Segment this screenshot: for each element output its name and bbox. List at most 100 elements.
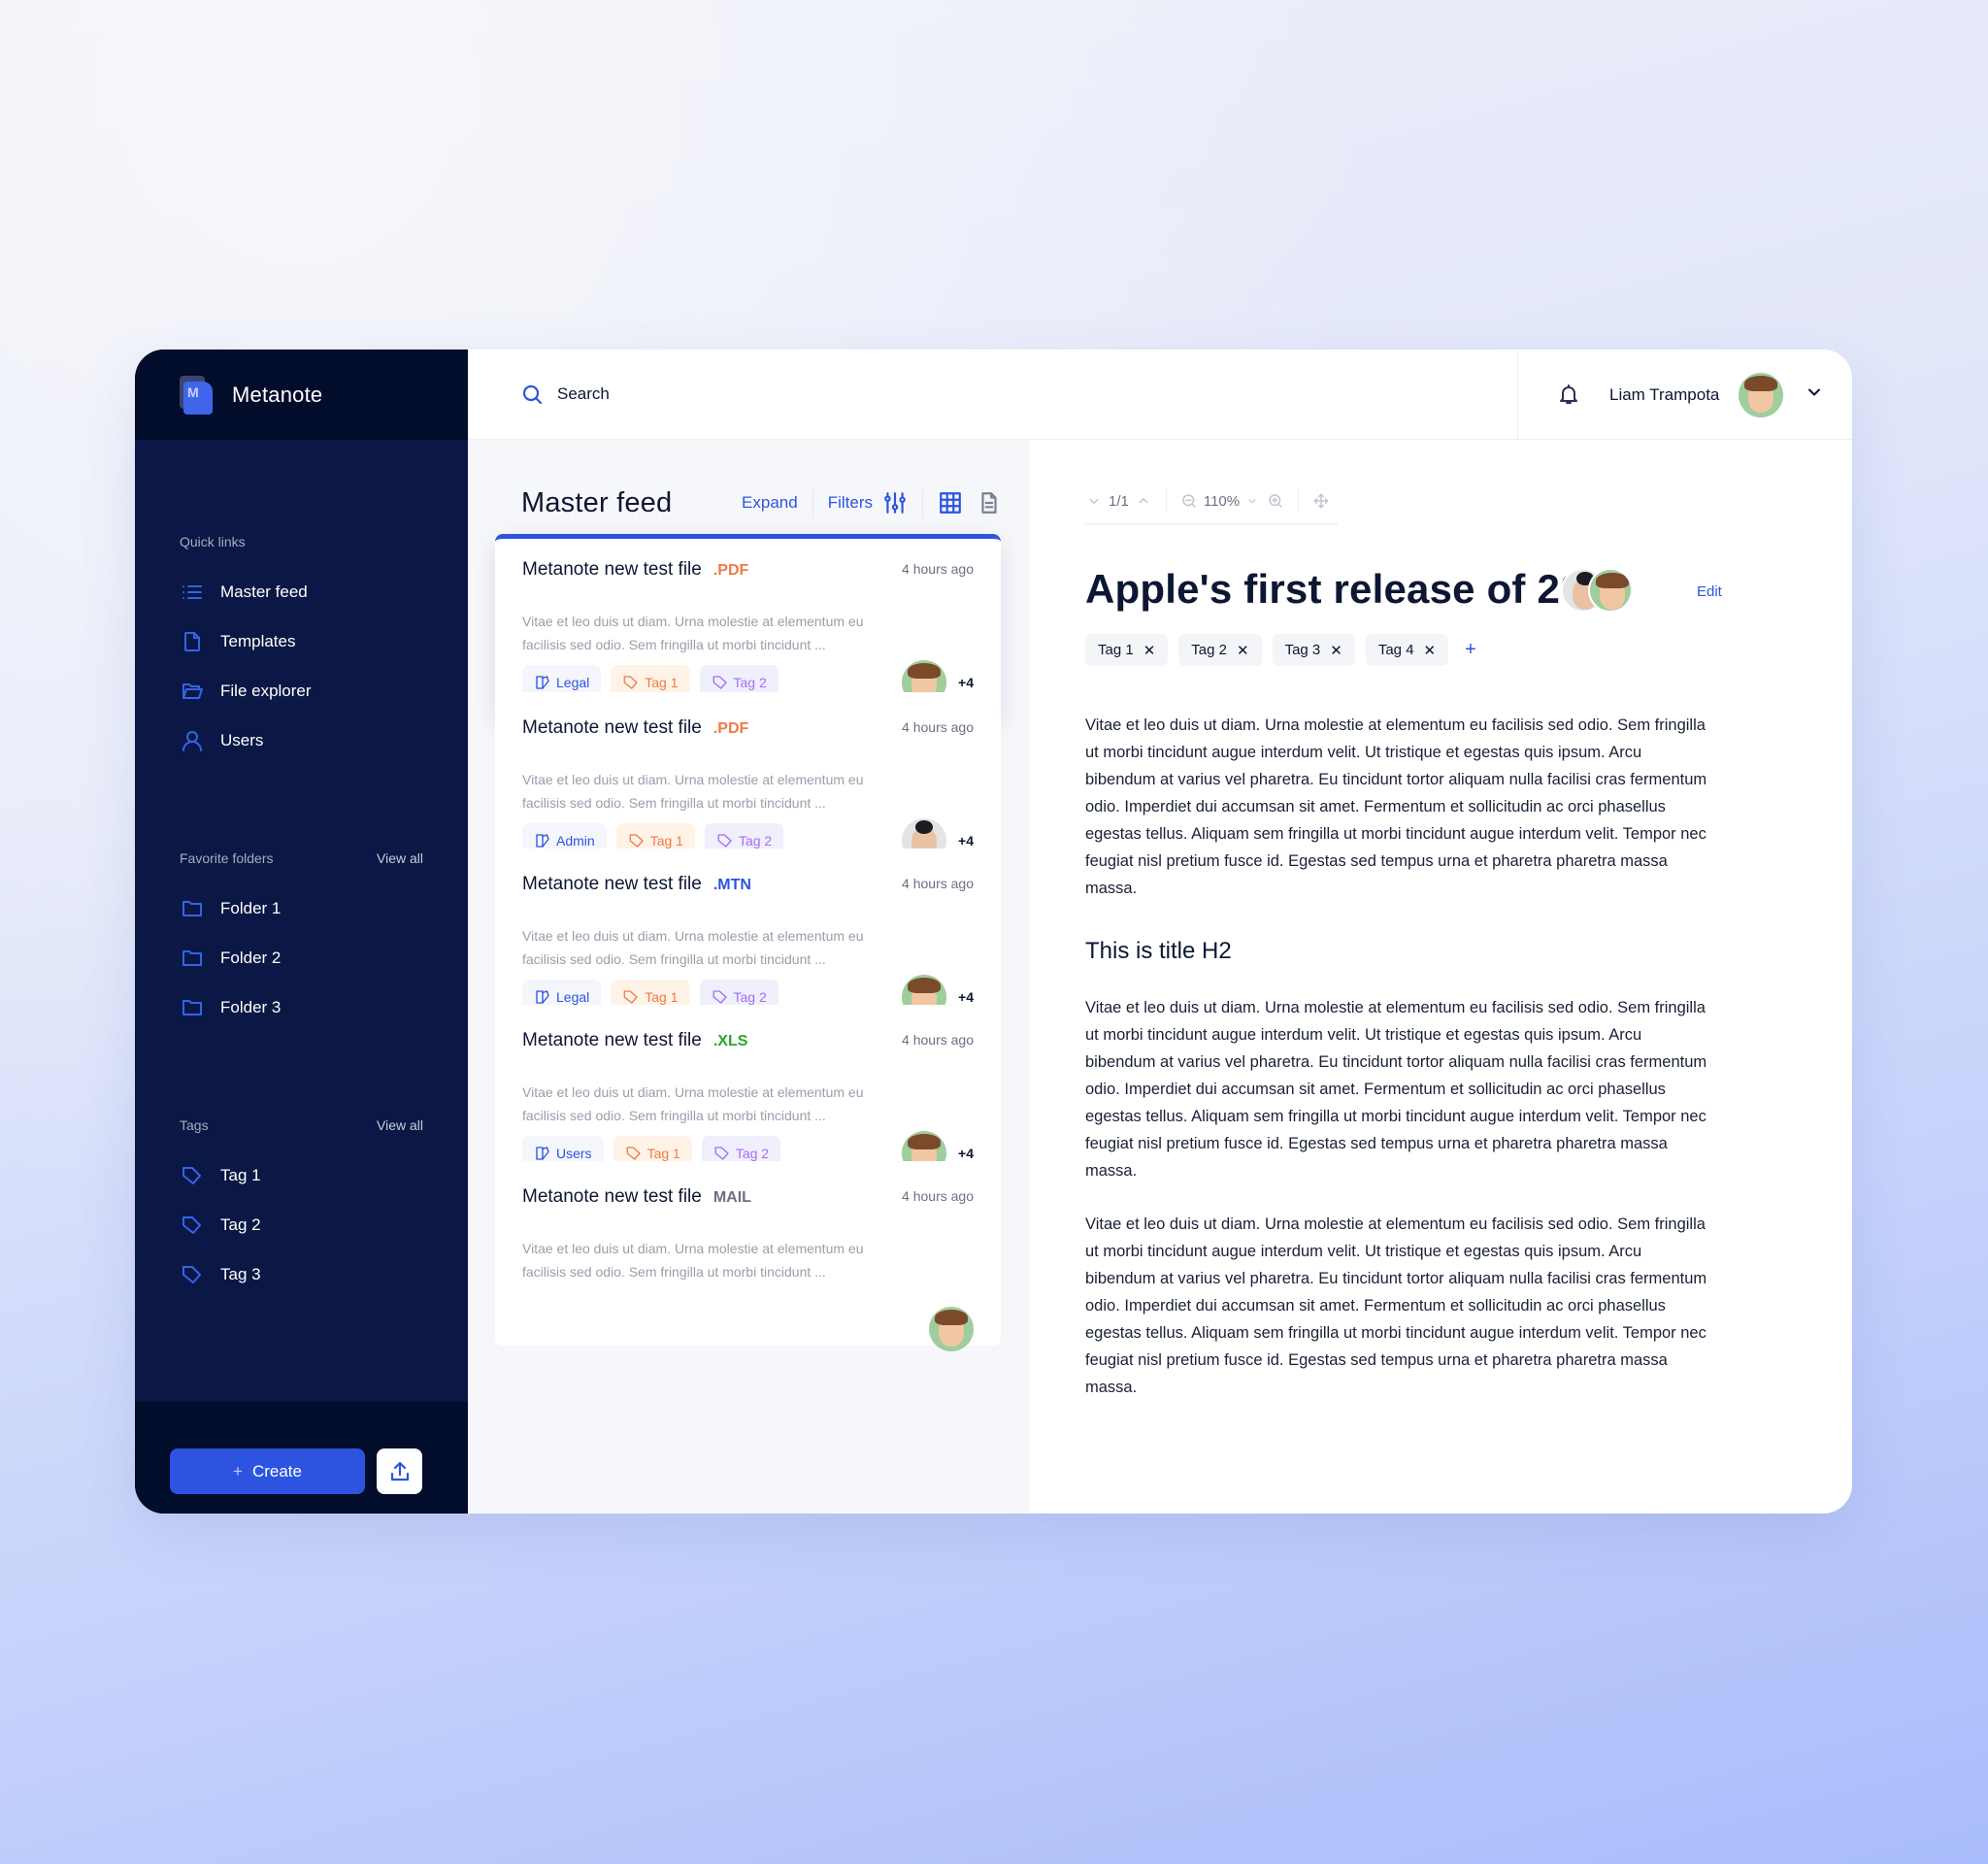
divider xyxy=(1165,488,1167,514)
folder-label: Folder 3 xyxy=(220,997,282,1016)
sidebar-tag-2[interactable]: Tag 2 xyxy=(180,1200,423,1249)
sidebar-footer: + Create xyxy=(135,1402,468,1514)
more-collaborators-count: +4 xyxy=(958,675,974,690)
tag-icon xyxy=(623,989,638,1004)
search-placeholder: Search xyxy=(557,384,610,403)
expand-button[interactable]: Expand xyxy=(742,493,798,513)
sidebar: M Metanote Quick links Master feed Templ… xyxy=(135,350,468,1514)
card-timestamp: 4 hours ago xyxy=(902,876,974,891)
brand[interactable]: M Metanote xyxy=(135,350,468,440)
zoom-out-button[interactable] xyxy=(1180,492,1198,510)
sidebar-item-users[interactable]: Users xyxy=(180,716,423,765)
tags-section: Tags View all Tag 1 Tag 2 Tag 3 xyxy=(180,1117,423,1299)
sidebar-folder-3[interactable]: Folder 3 xyxy=(180,982,423,1032)
card-collaborators[interactable] xyxy=(929,1307,974,1351)
sidebar-item-master-feed[interactable]: Master feed xyxy=(180,567,423,616)
sidebar-folder-2[interactable]: Folder 2 xyxy=(180,933,423,982)
tags-view-all-link[interactable]: View all xyxy=(377,1117,423,1137)
chevron-down-icon xyxy=(1808,388,1821,396)
add-tag-button[interactable]: + xyxy=(1465,639,1476,661)
sidebar-item-label: Templates xyxy=(220,631,296,650)
sidebar-folder-1[interactable]: Folder 1 xyxy=(180,883,423,933)
feed-card[interactable]: Metanote new test file .PDF 4 hours ago Vit… xyxy=(495,534,1001,718)
tag-icon xyxy=(712,675,727,689)
chevron-up-icon xyxy=(1139,498,1148,504)
divider xyxy=(1298,488,1300,514)
sidebar-item-file-explorer[interactable]: File explorer xyxy=(180,666,423,716)
tag-icon xyxy=(717,833,732,848)
tag-icon xyxy=(180,1213,205,1238)
sidebar-tag-3[interactable]: Tag 3 xyxy=(180,1249,423,1299)
next-page-button[interactable] xyxy=(1135,492,1152,510)
move-icon xyxy=(1313,493,1329,509)
card-timestamp: 4 hours ago xyxy=(902,1032,974,1048)
filters-button[interactable]: Filters xyxy=(828,493,873,513)
card-title: Metanote new test file .PDF xyxy=(522,717,749,738)
remove-tag-icon[interactable]: ✕ xyxy=(1143,642,1156,659)
document-title: Apple's first release of 2023 xyxy=(1085,566,1629,612)
logo-icon: M xyxy=(180,375,213,415)
user-menu-chevron[interactable] xyxy=(1805,383,1824,407)
more-collaborators-count: +4 xyxy=(958,833,974,849)
document-tag: Tag 3 ✕ xyxy=(1272,634,1355,666)
quick-links-section: Quick links Master feed Templates File e… xyxy=(180,534,423,765)
pan-button[interactable] xyxy=(1312,492,1330,510)
file-type-label: MAIL xyxy=(712,1189,751,1206)
folders-view-all-link[interactable]: View all xyxy=(377,850,423,870)
tags-label: Tags xyxy=(180,1117,209,1133)
zoom-in-button[interactable] xyxy=(1267,492,1284,510)
feed-header: Master feed Expand Filters xyxy=(521,479,1002,527)
tag-label: Tag 2 xyxy=(220,1215,261,1234)
tag-icon xyxy=(180,1163,205,1188)
favorite-folders-section: Favorite folders View all Folder 1 Folde… xyxy=(180,850,423,1032)
remove-tag-icon[interactable]: ✕ xyxy=(1424,642,1437,659)
zoom-level[interactable]: 110% xyxy=(1204,493,1240,510)
remove-tag-icon[interactable]: ✕ xyxy=(1330,642,1342,659)
tag-icon xyxy=(626,1146,641,1160)
collaborator-avatar xyxy=(1588,568,1633,613)
card-description: Vitae et leo duis ut diam. Urna molestie… xyxy=(522,614,864,652)
document-body: Vitae et leo duis ut diam. Urna molestie… xyxy=(1085,712,1716,1427)
document-view-icon[interactable] xyxy=(977,490,1002,516)
app-name: Metanote xyxy=(232,382,323,407)
edit-button[interactable]: Edit xyxy=(1697,583,1722,600)
notifications-button[interactable] xyxy=(1557,383,1582,408)
grid-view-icon[interactable] xyxy=(938,490,963,516)
document-tag: Tag 2 ✕ xyxy=(1178,634,1262,666)
zoom-out-icon xyxy=(1182,494,1196,508)
category-icon xyxy=(536,1146,549,1160)
search-icon xyxy=(522,384,543,405)
file-icon xyxy=(180,629,205,654)
card-description: Vitae et leo duis ut diam. Urna molestie… xyxy=(522,772,864,811)
search-input[interactable]: Search xyxy=(520,375,1491,414)
tag-icon xyxy=(180,1262,205,1287)
card-description: Vitae et leo duis ut diam. Urna molestie… xyxy=(522,1241,864,1280)
folder-icon xyxy=(180,946,205,971)
upload-button[interactable] xyxy=(377,1448,422,1494)
document-tag: Tag 1 ✕ xyxy=(1085,634,1169,666)
feed-card[interactable]: Metanote new test file MAIL 4 hours ago Vit… xyxy=(495,1161,1001,1351)
folder-icon xyxy=(180,995,205,1020)
tag-icon xyxy=(629,833,644,848)
upload-icon xyxy=(390,1461,409,1481)
user-avatar[interactable] xyxy=(1739,372,1784,417)
remove-tag-icon[interactable]: ✕ xyxy=(1237,642,1249,659)
card-title: Metanote new test file MAIL xyxy=(522,1186,751,1207)
app-window: M Metanote Quick links Master feed Templ… xyxy=(135,350,1852,1514)
sidebar-tag-1[interactable]: Tag 1 xyxy=(180,1150,423,1200)
card-title: Metanote new test file .PDF xyxy=(522,559,749,580)
sidebar-item-templates[interactable]: Templates xyxy=(180,616,423,666)
paragraph: Vitae et leo duis ut diam. Urna molestie… xyxy=(1085,716,1707,897)
card-timestamp: 4 hours ago xyxy=(902,719,974,735)
sidebar-item-label: Users xyxy=(220,730,264,749)
file-type-label: .XLS xyxy=(712,1033,748,1049)
card-timestamp: 4 hours ago xyxy=(902,561,974,577)
folder-open-icon xyxy=(180,679,205,704)
card-description: Vitae et leo duis ut diam. Urna molestie… xyxy=(522,928,864,967)
sliders-icon[interactable] xyxy=(882,490,908,516)
prev-page-button[interactable] xyxy=(1085,492,1103,510)
create-button[interactable]: + Create xyxy=(170,1448,365,1494)
user-icon xyxy=(180,728,205,753)
tag-icon xyxy=(712,989,727,1004)
collaborators[interactable] xyxy=(1561,568,1633,613)
